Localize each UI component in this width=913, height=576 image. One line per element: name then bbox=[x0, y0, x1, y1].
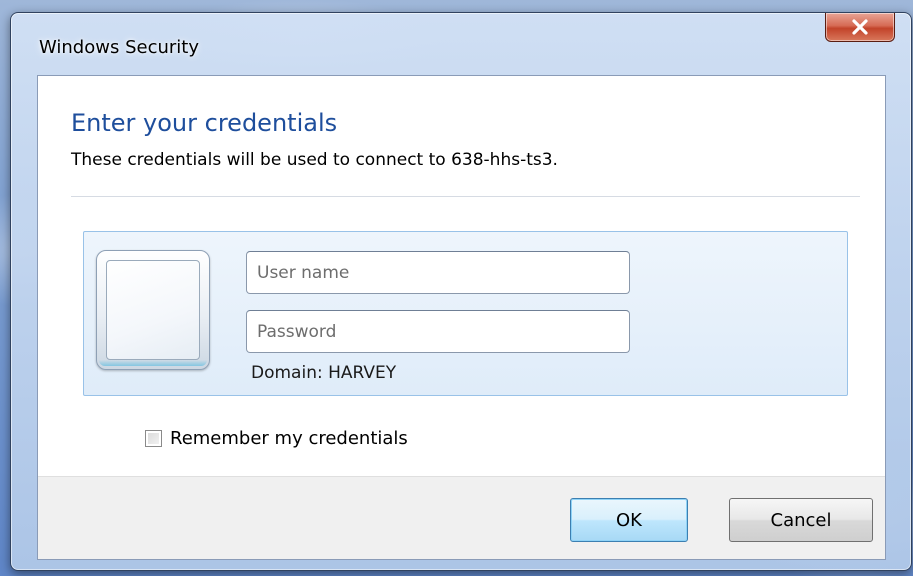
dialog-description: These credentials will be used to connec… bbox=[71, 150, 558, 170]
user-picture-inner bbox=[106, 260, 200, 360]
remember-credentials-label[interactable]: Remember my credentials bbox=[170, 428, 408, 449]
close-icon bbox=[852, 19, 868, 35]
password-input[interactable] bbox=[246, 310, 630, 353]
credentials-dialog: Windows Security Enter your credentials … bbox=[10, 12, 912, 571]
divider bbox=[71, 196, 860, 197]
username-input[interactable] bbox=[246, 251, 630, 294]
cancel-button[interactable]: Cancel bbox=[729, 498, 873, 542]
dialog-body: Enter your credentials These credentials… bbox=[37, 75, 886, 560]
ok-button[interactable]: OK bbox=[570, 498, 688, 542]
close-button[interactable] bbox=[825, 13, 895, 42]
window-title: Windows Security bbox=[39, 37, 199, 58]
domain-label: Domain: HARVEY bbox=[251, 363, 397, 383]
remember-credentials-option[interactable]: Remember my credentials bbox=[145, 426, 408, 450]
user-picture-glow bbox=[99, 360, 207, 366]
dialog-heading: Enter your credentials bbox=[71, 109, 338, 137]
credential-tile: Domain: HARVEY bbox=[83, 231, 848, 396]
title-bar[interactable]: Windows Security bbox=[11, 13, 911, 75]
user-picture-icon bbox=[96, 250, 210, 370]
remember-credentials-checkbox[interactable] bbox=[145, 429, 162, 447]
dialog-footer: OK Cancel bbox=[38, 476, 885, 559]
